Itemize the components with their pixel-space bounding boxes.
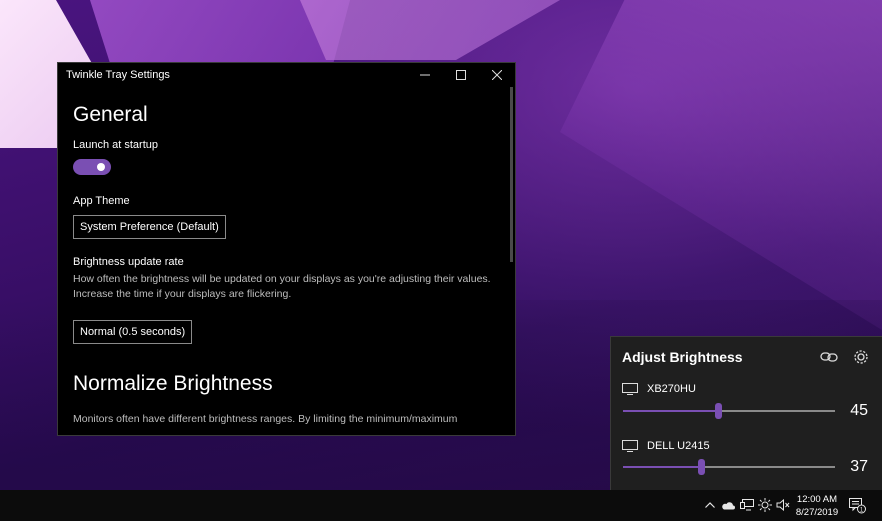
rate-select[interactable]: Normal (0.5 seconds) [73, 320, 193, 344]
maximize-icon [456, 70, 466, 80]
network-icon[interactable] [740, 498, 754, 512]
rate-label: Brightness update rate [73, 256, 184, 268]
normalize-description: Monitors often have different brightness… [73, 413, 458, 425]
brightness-slider[interactable] [623, 403, 835, 419]
launch-toggle[interactable] [73, 159, 111, 175]
monitor-icon [622, 440, 638, 452]
brightness-flyout: Adjust Brightness XB270HU 45 DELL U2415 … [610, 336, 882, 490]
title-bar[interactable]: Twinkle Tray Settings [58, 63, 515, 87]
window-title: Twinkle Tray Settings [66, 69, 170, 81]
monitor-icon [622, 383, 638, 395]
launch-label: Launch at startup [73, 139, 159, 151]
theme-label: App Theme [73, 195, 130, 207]
flyout-title: Adjust Brightness [622, 349, 743, 365]
monitor-name: XB270HU [647, 383, 696, 395]
clock[interactable]: 12:00 AM 8/27/2019 [790, 493, 844, 519]
chevron-up-icon[interactable] [703, 498, 717, 512]
slider-thumb[interactable] [697, 459, 705, 475]
taskbar: 12:00 AM 8/27/2019 1 [0, 490, 882, 521]
gear-icon[interactable] [851, 347, 871, 367]
wallpaper-shape [300, 0, 560, 60]
theme-select[interactable]: System Preference (Default) [73, 215, 226, 239]
minimize-icon [420, 74, 430, 76]
settings-window: Twinkle Tray Settings General Launch at … [57, 62, 516, 436]
general-heading: General [73, 103, 148, 126]
clock-date: 8/27/2019 [795, 507, 839, 518]
brightness-slider[interactable] [623, 459, 835, 475]
wallpaper-shape [560, 0, 882, 330]
close-button[interactable] [479, 63, 515, 87]
scrollbar[interactable] [510, 87, 513, 262]
slider-thumb[interactable] [714, 403, 722, 419]
onedrive-icon[interactable] [721, 498, 735, 512]
slider-fill [623, 410, 719, 412]
slider-fill [623, 466, 702, 468]
maximize-button[interactable] [443, 63, 479, 87]
brightness-value: 45 [850, 402, 868, 419]
brightness-sun-icon[interactable] [758, 498, 772, 512]
clock-time: 12:00 AM [796, 494, 838, 505]
brightness-value: 37 [850, 458, 868, 475]
close-icon [492, 70, 502, 80]
settings-content: General Launch at startup App Theme Syst… [73, 87, 498, 427]
link-icon[interactable] [819, 347, 839, 367]
normalize-heading: Normalize Brightness [73, 372, 273, 395]
toggle-knob [97, 163, 105, 171]
minimize-button[interactable] [407, 63, 443, 87]
notification-icon[interactable]: 1 [848, 496, 866, 514]
rate-description: How often the brightness will be updated… [73, 273, 491, 300]
monitor-name: DELL U2415 [647, 440, 710, 452]
volume-muted-icon[interactable] [776, 498, 790, 512]
